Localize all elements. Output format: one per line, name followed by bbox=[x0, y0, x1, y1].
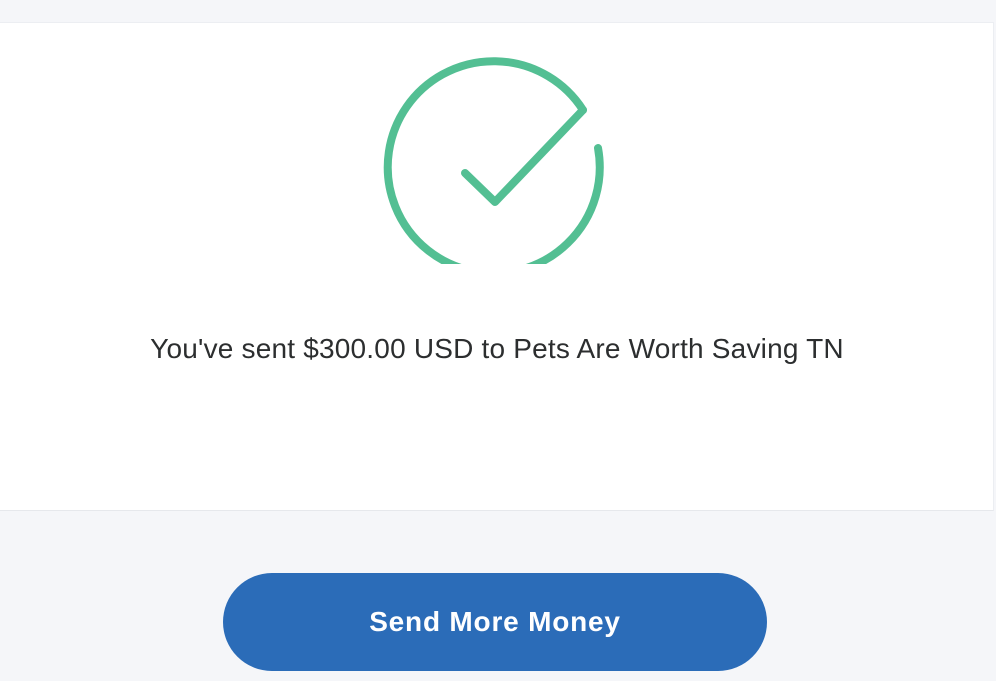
confirmation-message: You've sent $300.00 USD to Pets Are Wort… bbox=[150, 333, 844, 364]
payment-confirmation-page: You've sent $300.00 USD to Pets Are Wort… bbox=[0, 0, 996, 681]
check-circle-icon bbox=[383, 40, 607, 264]
send-more-money-button[interactable]: Send More Money bbox=[223, 573, 767, 671]
confirmation-card: You've sent $300.00 USD to Pets Are Wort… bbox=[0, 22, 994, 511]
